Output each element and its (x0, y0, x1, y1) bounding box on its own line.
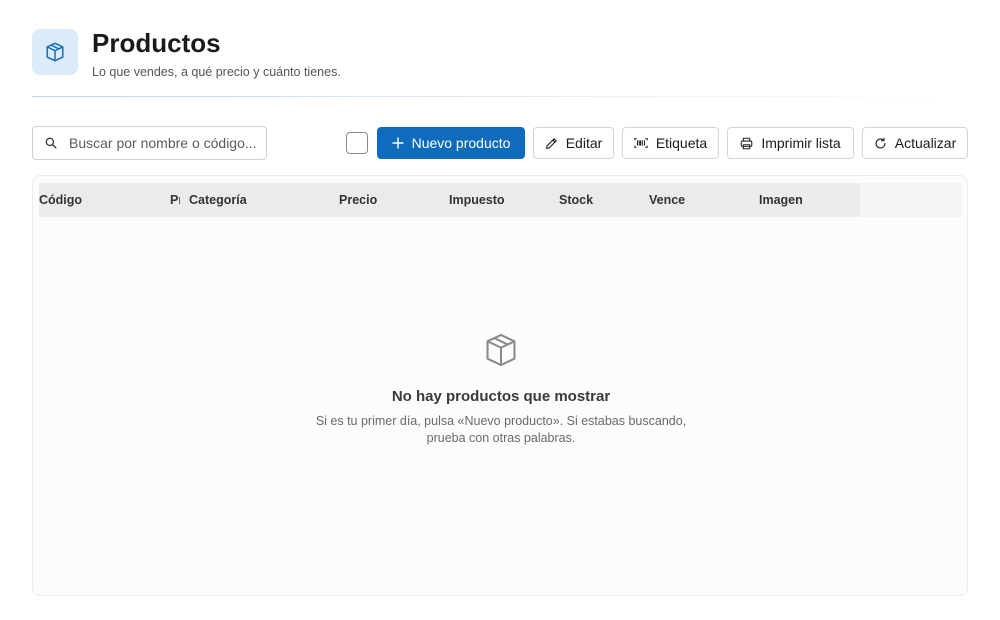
search-icon (45, 137, 57, 149)
products-table: Código Producto Categoría Precio Impuest… (32, 175, 968, 596)
page-header: Productos Lo que vendes, a qué precio y … (32, 29, 341, 79)
column-header-product[interactable]: Producto (170, 183, 180, 217)
page-title: Productos (92, 28, 221, 58)
column-header-category[interactable]: Categoría (189, 183, 329, 217)
search-box[interactable] (32, 126, 267, 160)
column-header-code[interactable]: Código (39, 183, 159, 217)
edit-label: Editar (565, 135, 603, 151)
refresh-icon (875, 137, 886, 149)
refresh-label: Actualizar (894, 135, 957, 151)
label-button[interactable]: Etiqueta (622, 127, 719, 159)
column-header-price[interactable]: Precio (339, 183, 439, 217)
edit-button[interactable]: Editar (533, 127, 614, 159)
new-product-button[interactable]: Nuevo producto (377, 127, 525, 159)
pencil-icon (545, 137, 557, 149)
box-icon (482, 331, 520, 374)
plus-icon (392, 137, 404, 149)
label-label: Etiqueta (655, 135, 708, 151)
column-header-expires[interactable]: Vence (649, 183, 749, 217)
column-header-tax[interactable]: Impuesto (449, 183, 549, 217)
page-subtitle: Lo que vendes, a qué precio y cuánto tie… (92, 65, 341, 79)
refresh-button[interactable]: Actualizar (862, 127, 968, 159)
new-product-label: Nuevo producto (411, 135, 511, 151)
empty-state-title: No hay productos que mostrar (391, 388, 611, 405)
print-list-button[interactable]: Imprimir lista (727, 127, 854, 159)
header-divider (32, 96, 968, 97)
barcode-icon (634, 138, 648, 148)
box-icon (32, 29, 78, 75)
empty-state-description: Si es tu primer día, pulsa «Nuevo produc… (315, 414, 687, 445)
select-all-checkbox[interactable] (346, 132, 368, 154)
print-list-label: Imprimir lista (761, 135, 841, 151)
printer-icon (741, 137, 753, 149)
column-header-stock[interactable]: Stock (559, 183, 639, 217)
search-input[interactable] (69, 135, 259, 151)
table-header: Código Producto Categoría Precio Impuest… (39, 183, 962, 217)
empty-state: No hay productos que mostrar Si es tu pr… (33, 331, 969, 447)
column-header-image[interactable]: Imagen (759, 183, 859, 217)
